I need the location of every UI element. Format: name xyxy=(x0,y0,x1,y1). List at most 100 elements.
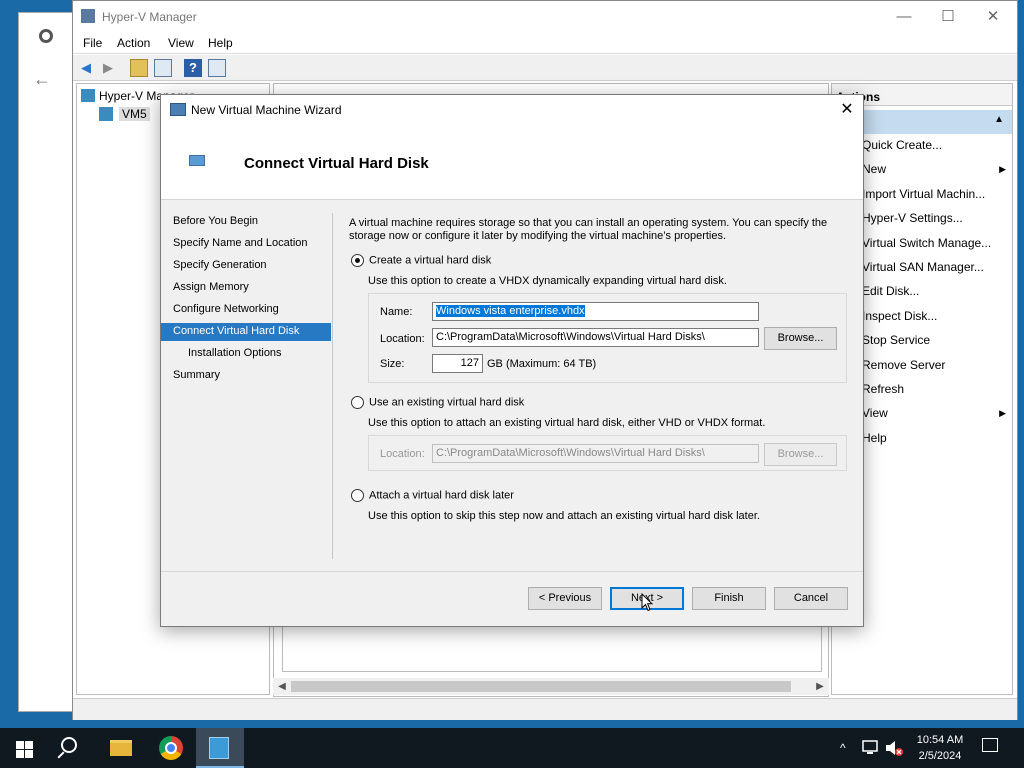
start-tile-3 xyxy=(16,750,24,758)
help-icon[interactable]: ? xyxy=(184,59,202,77)
action-help[interactable]: Help xyxy=(862,431,887,445)
vhd-name-input[interactable]: Windows vista enterprise.vhdx xyxy=(432,302,759,321)
back-arrow-icon[interactable]: ← xyxy=(33,69,51,90)
action-inspect-disk[interactable]: Inspect Disk... xyxy=(862,309,937,323)
create-vhd-description: Use this option to create a VHDX dynamic… xyxy=(368,275,727,287)
wizard-step-installation-options[interactable]: Installation Options xyxy=(161,345,331,363)
wizard-step-connect-virtual-hard-disk[interactable]: Connect Virtual Hard Disk xyxy=(161,323,331,341)
menu-view[interactable]: View xyxy=(168,36,194,50)
action-virtual-switch-manage[interactable]: Virtual Switch Manage... xyxy=(862,236,991,250)
submenu-arrow-icon: ▶ xyxy=(999,164,1006,175)
location-label: Location: xyxy=(380,333,425,345)
action-import-virtual-machin[interactable]: Import Virtual Machin... xyxy=(862,187,985,201)
attach-later-radio[interactable] xyxy=(351,489,364,502)
submenu-arrow-icon: ▶ xyxy=(999,408,1006,419)
search-icon xyxy=(61,737,77,753)
wizard-step-specify-generation[interactable]: Specify Generation xyxy=(161,257,331,275)
browse-button[interactable]: Browse... xyxy=(764,327,837,350)
system-clock[interactable]: 10:54 AM 2/5/2024 xyxy=(905,732,975,764)
start-tile-4 xyxy=(25,750,33,758)
existing-vhd-radio[interactable] xyxy=(351,396,364,409)
name-label: Name: xyxy=(380,306,413,318)
wizard-step-assign-memory[interactable]: Assign Memory xyxy=(161,279,331,297)
vhd-location-input[interactable]: C:\ProgramData\Microsoft\Windows\Virtual… xyxy=(432,328,759,347)
create-vhd-radio[interactable] xyxy=(351,254,364,267)
existing-vhd-label[interactable]: Use an existing virtual hard disk xyxy=(369,396,524,408)
attach-later-label[interactable]: Attach a virtual hard disk later xyxy=(369,489,514,501)
tray-chevron-icon[interactable]: ^ xyxy=(840,741,846,755)
wizard-close-button[interactable]: ✕ xyxy=(831,95,863,125)
forward-icon[interactable]: ▶ xyxy=(99,59,117,77)
existing-location-input[interactable]: C:\ProgramData\Microsoft\Windows\Virtual… xyxy=(432,444,759,463)
file-explorer-button[interactable] xyxy=(98,728,146,768)
existing-vhd-option[interactable]: Use an existing virtual hard disk xyxy=(351,396,524,409)
start-tile-2 xyxy=(25,741,33,749)
back-icon[interactable]: ◀ xyxy=(77,59,95,77)
intro-text: A virtual machine requires storage so th… xyxy=(349,217,828,242)
taskbar: ^ 10:54 AM 2/5/2024 xyxy=(0,728,1024,768)
existing-vhd-description: Use this option to attach an existing vi… xyxy=(368,417,766,429)
show-hide-tree-icon[interactable] xyxy=(154,59,172,77)
status-bar xyxy=(73,698,1017,720)
menu-action[interactable]: Action xyxy=(117,36,150,50)
up-folder-icon[interactable] xyxy=(130,59,148,77)
start-tile-1 xyxy=(16,741,24,749)
server-icon xyxy=(99,107,113,121)
existing-browse-button[interactable]: Browse... xyxy=(764,443,837,466)
wizard-step-before-you-begin[interactable]: Before You Begin xyxy=(161,213,331,231)
start-icon[interactable] xyxy=(0,728,48,768)
action-new[interactable]: New xyxy=(862,162,886,176)
close-button[interactable]: ✕ xyxy=(970,1,1016,32)
menu-file[interactable]: File xyxy=(83,36,102,50)
cancel-button[interactable]: Cancel xyxy=(774,587,848,610)
action-hyper-v-settings[interactable]: Hyper-V Settings... xyxy=(862,211,963,225)
scroll-left-icon[interactable]: ◀ xyxy=(273,678,291,695)
scroll-right-icon[interactable]: ▶ xyxy=(811,678,829,695)
hyperv-title: Hyper-V Manager xyxy=(102,10,197,24)
action-refresh[interactable]: Refresh xyxy=(862,382,904,396)
create-vhd-group: Name: Windows vista enterprise.vhdx Loca… xyxy=(368,293,847,383)
tree-node-vm5[interactable]: VM5 xyxy=(119,107,150,121)
create-vhd-option[interactable]: Create a virtual hard disk xyxy=(351,254,491,267)
existing-vhd-group: Location: C:\ProgramData\Microsoft\Windo… xyxy=(368,435,847,471)
hyperv-manager-button[interactable] xyxy=(196,728,244,768)
console-icon[interactable] xyxy=(208,59,226,77)
hyperv-manager-icon xyxy=(209,737,229,759)
size-label: Size: xyxy=(380,358,405,370)
toolbar: ◀ ▶ ? xyxy=(73,55,1017,81)
scrollbar-thumb[interactable] xyxy=(291,681,791,692)
wizard-window-icon xyxy=(170,103,186,116)
monitor-icon xyxy=(189,155,205,166)
action-edit-disk[interactable]: Edit Disk... xyxy=(862,284,919,298)
chrome-button[interactable] xyxy=(147,728,195,768)
existing-location-label: Location: xyxy=(380,448,425,460)
collapse-icon[interactable]: ▲ xyxy=(994,114,1004,125)
action-quick-create[interactable]: Quick Create... xyxy=(862,138,942,152)
create-vhd-label[interactable]: Create a virtual hard disk xyxy=(369,254,491,266)
network-icon[interactable] xyxy=(862,740,880,756)
vhd-size-input[interactable]: 127 xyxy=(432,354,483,373)
clock-date: 2/5/2024 xyxy=(918,750,962,762)
page-title: Connect Virtual Hard Disk xyxy=(244,155,429,172)
minimize-button[interactable]: — xyxy=(881,1,927,32)
finish-button[interactable]: Finish xyxy=(692,587,766,610)
new-vm-wizard-dialog: New Virtual Machine Wizard ✕ Connect Vir… xyxy=(160,94,864,627)
action-stop-service[interactable]: Stop Service xyxy=(862,333,930,347)
maximize-button[interactable]: ☐ xyxy=(925,1,971,32)
background-browser-window[interactable]: ← xyxy=(18,12,78,712)
chrome-icon xyxy=(39,29,53,43)
notification-icon[interactable] xyxy=(982,738,998,752)
previous-button[interactable]: < Previous xyxy=(528,587,602,610)
mouse-cursor-icon xyxy=(641,593,653,612)
action-remove-server[interactable]: Remove Server xyxy=(862,358,945,372)
action-view[interactable]: View xyxy=(862,406,888,420)
volume-muted-icon[interactable] xyxy=(884,739,904,757)
wizard-step-specify-name-and-location[interactable]: Specify Name and Location xyxy=(161,235,331,253)
wizard-step-summary[interactable]: Summary xyxy=(161,367,331,385)
attach-later-option[interactable]: Attach a virtual hard disk later xyxy=(351,489,514,502)
search-button[interactable] xyxy=(48,728,96,768)
action-virtual-san-manager[interactable]: Virtual SAN Manager... xyxy=(862,260,984,274)
menu-help[interactable]: Help xyxy=(208,36,233,50)
horizontal-scrollbar[interactable]: ◀ ▶ xyxy=(273,678,829,695)
wizard-step-configure-networking[interactable]: Configure Networking xyxy=(161,301,331,319)
